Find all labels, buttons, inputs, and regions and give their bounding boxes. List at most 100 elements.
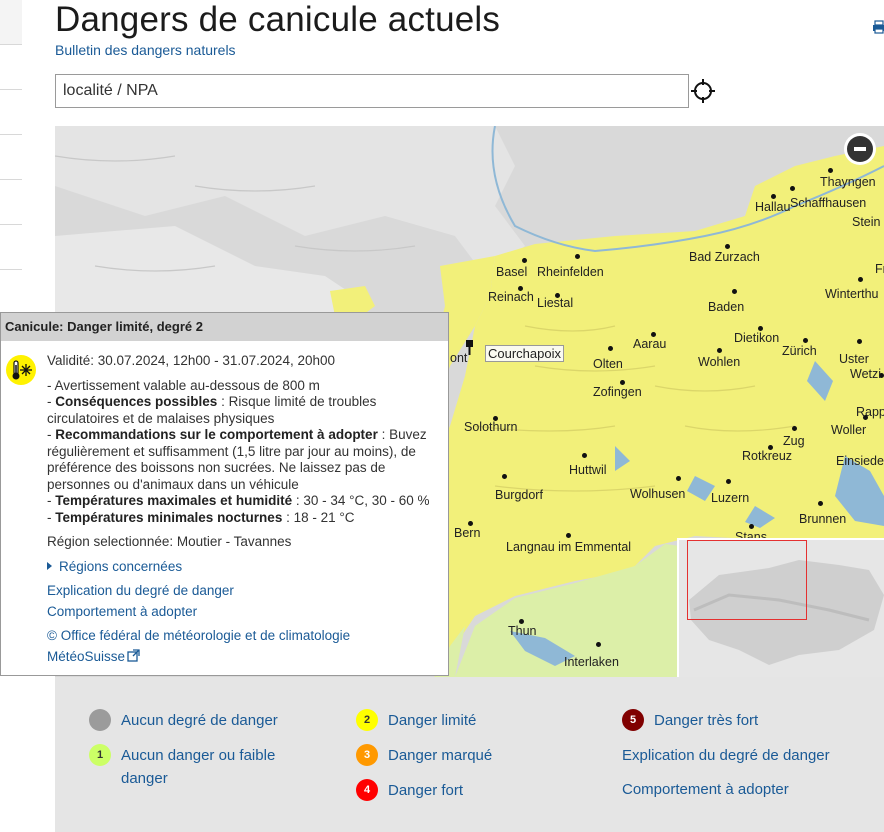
tmax-label: Températures maximales et humidité <box>55 493 293 508</box>
validity-text: Validité: 30.07.2024, 12h00 - 31.07.2024… <box>47 353 335 368</box>
city-dot <box>790 186 795 191</box>
city-label: Bad Zurzach <box>689 250 760 264</box>
city-label: Aarau <box>633 337 667 351</box>
external-link-icon <box>127 648 140 662</box>
city-label: Schaffhausen <box>790 196 867 210</box>
explanation-link[interactable]: Explication du degré de danger <box>47 583 234 598</box>
regions-toggle[interactable]: Régions concernées <box>47 559 443 576</box>
city-label: Fr <box>875 262 884 276</box>
tmin-item: - Températures minimales nocturnes : 18 … <box>47 509 355 525</box>
meteoswiss-link[interactable]: MétéoSuisse <box>47 649 125 664</box>
city-dot <box>676 476 681 481</box>
city-label: Liestal <box>537 296 574 310</box>
city-label: ont <box>450 351 468 365</box>
legend-label: Aucun degré de danger <box>121 712 278 729</box>
sidebar-item[interactable] <box>0 135 22 180</box>
location-label: Courchapoix <box>485 345 564 362</box>
city-label: Olten <box>593 357 623 371</box>
consequences-item: - Conséquences possibles : Risque limité… <box>47 394 377 426</box>
city-label: Brunnen <box>799 512 847 526</box>
city-label: Luzern <box>711 491 750 505</box>
city-label: Langnau im Emmental <box>506 540 632 554</box>
level-0-icon <box>89 709 111 731</box>
legend-behaviour-link[interactable]: Comportement à adopter <box>622 778 789 801</box>
city-label: Rotkreuz <box>742 449 793 463</box>
sidebar-item[interactable] <box>0 180 22 225</box>
level-1-icon: 1 <box>89 744 111 766</box>
tmax-item: - Températures maximales et humidité : 3… <box>47 493 430 508</box>
city-dot <box>771 194 776 199</box>
legend-label: Danger très fort <box>654 712 759 729</box>
warning-text: - Avertissement valable au-dessous de 80… <box>47 377 320 393</box>
legend-label: Danger marqué <box>388 747 493 764</box>
popup-title: Canicule: Danger limité, degré 2 <box>1 313 448 341</box>
city-label: Zürich <box>782 344 817 358</box>
city-dot <box>732 289 737 294</box>
legend-behaviour[interactable]: Comportement à adopter <box>622 778 789 801</box>
city-label: Wohlen <box>698 355 741 369</box>
overview-minimap[interactable] <box>677 538 884 677</box>
city-label: Einsiede <box>836 454 884 468</box>
behaviour-link[interactable]: Comportement à adopter <box>47 604 197 619</box>
city-label: Stein <box>852 215 881 229</box>
city-dot <box>582 453 587 458</box>
legend-label: Danger limité <box>388 712 477 729</box>
minimap-viewport[interactable] <box>687 540 807 620</box>
level-5-icon: 5 <box>622 709 644 731</box>
print-icon[interactable] <box>872 20 884 34</box>
popup-body: Validité: 30.07.2024, 12h00 - 31.07.2024… <box>47 353 443 665</box>
legend-item-2[interactable]: 2 Danger limité <box>356 709 476 732</box>
city-label: Woller <box>831 423 867 437</box>
city-dot <box>717 348 722 353</box>
legend: Aucun degré de danger 1 Aucun danger ou … <box>55 677 884 832</box>
legend-item-4[interactable]: 4 Danger fort <box>356 779 463 802</box>
warning-popup: Canicule: Danger limité, degré 2 Validit… <box>0 312 449 676</box>
heat-warning-icon <box>6 355 36 385</box>
level-3-icon: 3 <box>356 744 378 766</box>
city-label: Basel <box>496 265 528 279</box>
legend-explanation-link[interactable]: Explication du degré de danger <box>622 744 830 767</box>
zoom-out-button[interactable] <box>844 133 876 165</box>
city-label: Winterthu <box>825 287 879 301</box>
tmin-label: Températures minimales nocturnes <box>55 509 283 525</box>
city-dot <box>502 474 507 479</box>
city-label: Zofingen <box>593 385 642 399</box>
copyright-link[interactable]: © Office fédéral de météorologie et de c… <box>47 628 350 643</box>
consequences-label: Conséquences possibles <box>55 394 218 409</box>
region-text: Région selectionnée: Moutier - Tavannes <box>47 534 292 549</box>
search-input[interactable] <box>55 74 689 108</box>
legend-item-1[interactable]: 1 Aucun danger ou faible danger <box>89 744 289 790</box>
expand-triangle-icon <box>47 561 52 570</box>
city-dot <box>566 533 571 538</box>
sidebar <box>0 0 22 320</box>
legend-explanation[interactable]: Explication du degré de danger <box>622 744 830 767</box>
city-label: Interlaken <box>564 655 619 669</box>
sidebar-item[interactable] <box>0 0 22 45</box>
city-dot <box>828 168 833 173</box>
sidebar-item[interactable] <box>0 90 22 135</box>
sidebar-item[interactable] <box>0 45 22 90</box>
city-label: Solothurn <box>464 420 518 434</box>
regions-link[interactable]: Régions concernées <box>59 559 182 574</box>
city-label: Thayngen <box>820 175 876 189</box>
city-label: Wolhusen <box>630 487 686 501</box>
level-2-icon: 2 <box>356 709 378 731</box>
sidebar-item[interactable] <box>0 225 22 270</box>
city-label: Burgdorf <box>495 488 543 502</box>
city-dot <box>522 258 527 263</box>
bulletin-link[interactable]: Bulletin des dangers naturels <box>55 42 236 58</box>
legend-item-3[interactable]: 3 Danger marqué <box>356 744 492 767</box>
legend-item-none[interactable]: Aucun degré de danger <box>89 709 278 732</box>
city-dot <box>575 254 580 259</box>
recommendations-item: - Recommandations sur le comportement à … <box>47 427 427 492</box>
level-4-icon: 4 <box>356 779 378 801</box>
legend-label: Aucun danger ou faible danger <box>121 747 276 787</box>
locate-icon[interactable] <box>691 79 715 103</box>
city-dot <box>749 524 754 529</box>
city-dot <box>792 426 797 431</box>
city-label: Bern <box>454 526 481 540</box>
legend-item-5[interactable]: 5 Danger très fort <box>622 709 758 732</box>
city-label: Hallau <box>755 200 791 214</box>
city-label: Baden <box>708 300 745 314</box>
city-dot <box>857 339 862 344</box>
